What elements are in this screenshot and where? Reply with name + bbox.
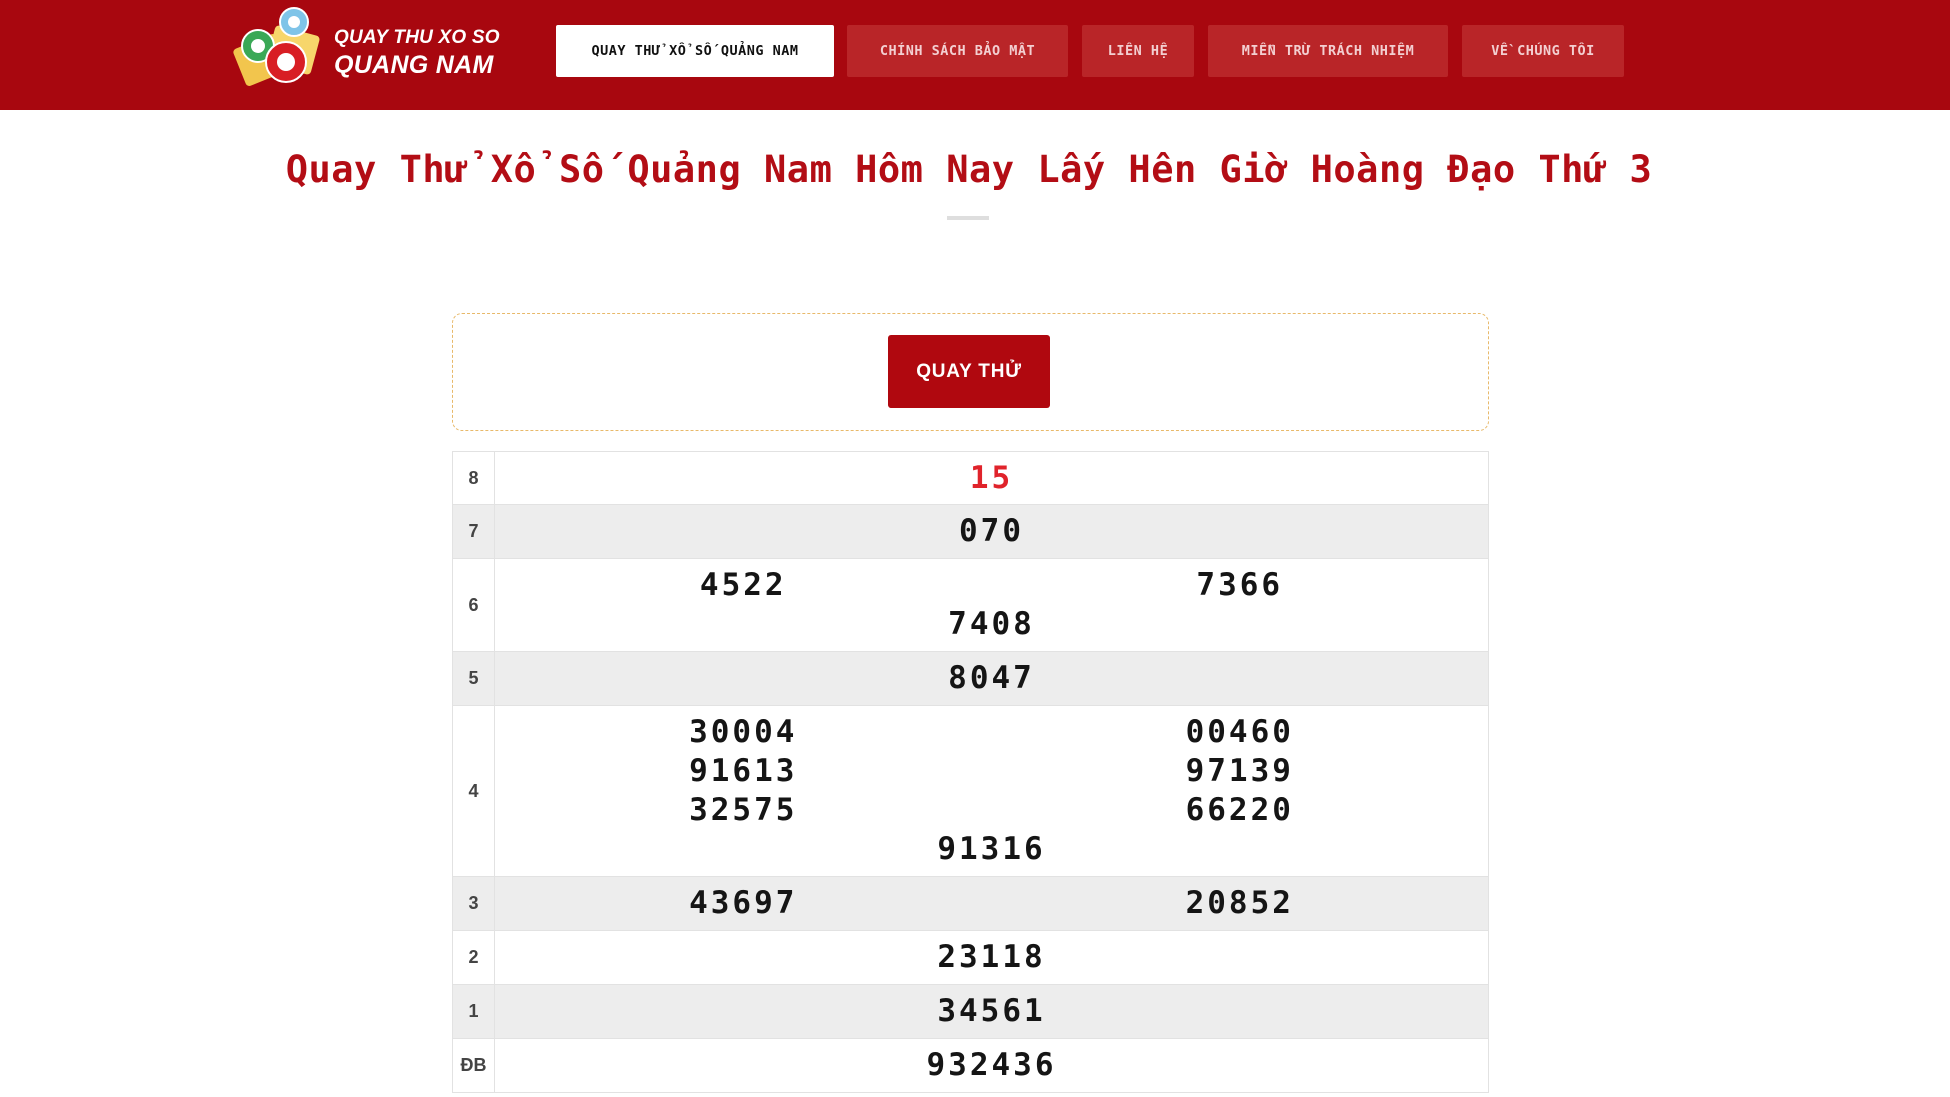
prize-numbers: 070 [495,505,1488,558]
results-row-prize-2: 2 23118 [452,931,1489,985]
prize-number: 00460 [1185,714,1294,750]
prize-numbers: 43697 20852 [495,877,1488,930]
results-row-prize-4: 4 30004 00460 91613 97139 32575 66220 91… [452,706,1489,877]
page-title: Quay Thử Xổ Số Quảng Nam Hôm Nay Lấy Hên… [285,148,1653,191]
prize-label: 3 [453,877,495,930]
nav-contact[interactable]: LIÊN HỆ [1082,25,1194,77]
results-table: 8 15 7 070 6 4522 7366 7408 5 8047 4 300… [452,451,1489,1093]
prize-label: 1 [453,985,495,1038]
prize-number: 30004 [689,714,798,750]
prize-numbers: 23118 [495,931,1488,984]
results-row-prize-5: 5 8047 [452,652,1489,706]
results-row-prize-1: 1 34561 [452,985,1489,1039]
prize-number: 7408 [948,606,1035,642]
prize-number: 43697 [689,885,798,921]
prize-number: 932436 [926,1047,1057,1083]
site-logo[interactable]: QUAY THU XO SO QUANG NAM [230,6,510,98]
prize-number: 15 [969,459,1014,496]
results-row-prize-7: 7 070 [452,505,1489,559]
prize-number: 91316 [937,831,1046,867]
spin-button[interactable]: QUAY THỬ [888,335,1050,408]
prize-label: 5 [453,652,495,705]
logo-line2: QUANG NAM [334,51,494,79]
results-row-prize-3: 3 43697 20852 [452,877,1489,931]
prize-numbers: 932436 [495,1039,1488,1092]
prize-label: 6 [453,559,495,651]
prize-number: 23118 [937,939,1046,975]
lottery-balls-icon [233,7,320,86]
prize-number: 8047 [948,660,1035,696]
prize-number: 91613 [689,753,798,789]
prize-label: ĐB [453,1039,495,1092]
site-header: QUAY THU XO SO QUANG NAM QUAY THỬ XỔ SỐ … [0,0,1950,110]
prize-numbers: 30004 00460 91613 97139 32575 66220 9131… [495,706,1488,876]
prize-label: 4 [453,706,495,876]
prize-numbers: 4522 7366 7408 [495,559,1488,651]
nav-privacy-policy[interactable]: CHÍNH SÁCH BẢO MẬT [847,25,1068,77]
prize-label: 7 [453,505,495,558]
prize-numbers: 15 [495,452,1488,504]
prize-label: 2 [453,931,495,984]
results-row-prize-6: 6 4522 7366 7408 [452,559,1489,652]
logo-line1: QUAY THU XO SO [334,27,500,48]
prize-number: 66220 [1185,792,1294,828]
nav-disclaimer[interactable]: MIỄN TRỪ TRÁCH NHIỆM [1208,25,1448,77]
logo-text: QUAY THU XO SO QUANG NAM [334,26,500,80]
prize-numbers: 8047 [495,652,1488,705]
title-divider [947,216,989,220]
results-row-prize-8: 8 15 [452,451,1489,505]
prize-numbers: 34561 [495,985,1488,1038]
prize-number: 4522 [699,567,787,603]
prize-number: 97139 [1185,753,1294,789]
prize-number: 070 [959,513,1024,549]
nav-about-us[interactable]: VỀ CHÚNG TÔI [1462,25,1624,77]
prize-label: 8 [453,452,495,504]
nav-home[interactable]: QUAY THỬ XỔ SỐ QUẢNG NAM [556,25,834,77]
prize-number: 32575 [689,792,798,828]
results-row-special-prize: ĐB 932436 [452,1039,1489,1093]
prize-number: 34561 [937,993,1046,1029]
prize-number: 7366 [1196,567,1284,603]
prize-number: 20852 [1185,885,1294,921]
